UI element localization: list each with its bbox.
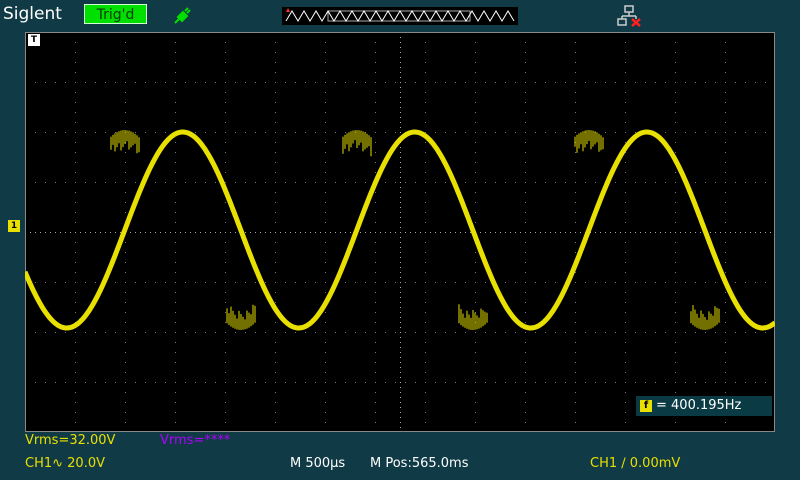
network-icon	[617, 5, 641, 27]
ch2-vrms-readout: Vrms=****	[160, 433, 231, 448]
frequency-readout: f = 400.195Hz	[636, 396, 772, 416]
frequency-value: = 400.195Hz	[656, 398, 742, 413]
ch1-vrms-readout: Vrms=32.00V	[25, 433, 116, 448]
channel1-trace	[25, 129, 775, 331]
memory-position-readout: M Pos:565.0ms	[370, 456, 469, 471]
ch1-scale-readout: CH1∿ 20.0V	[25, 456, 105, 471]
status-bar: Siglent Trig'd	[0, 0, 800, 30]
usb-probe-icon	[174, 7, 191, 24]
trigger-status-badge: Trig'd	[84, 4, 147, 24]
channel1-trace-noise	[110, 130, 720, 330]
frequency-icon: f	[640, 399, 652, 412]
timebase-readout: M 500µs	[290, 456, 346, 471]
trigger-setting-readout: CH1 ∕ 0.00mV	[590, 456, 681, 471]
graticule-and-trace	[25, 32, 775, 432]
brand-label: Siglent	[3, 4, 62, 24]
trigger-position-marker[interactable]: T	[28, 34, 40, 46]
bottom-status-bar: Vrms=32.00V Vrms=**** CH1∿ 20.0V M 500µs…	[0, 432, 800, 480]
channel1-offset-marker[interactable]: 1	[8, 220, 20, 232]
memory-position-indicator	[282, 7, 518, 25]
graticule	[25, 32, 771, 428]
waveform-display[interactable]	[25, 32, 775, 432]
